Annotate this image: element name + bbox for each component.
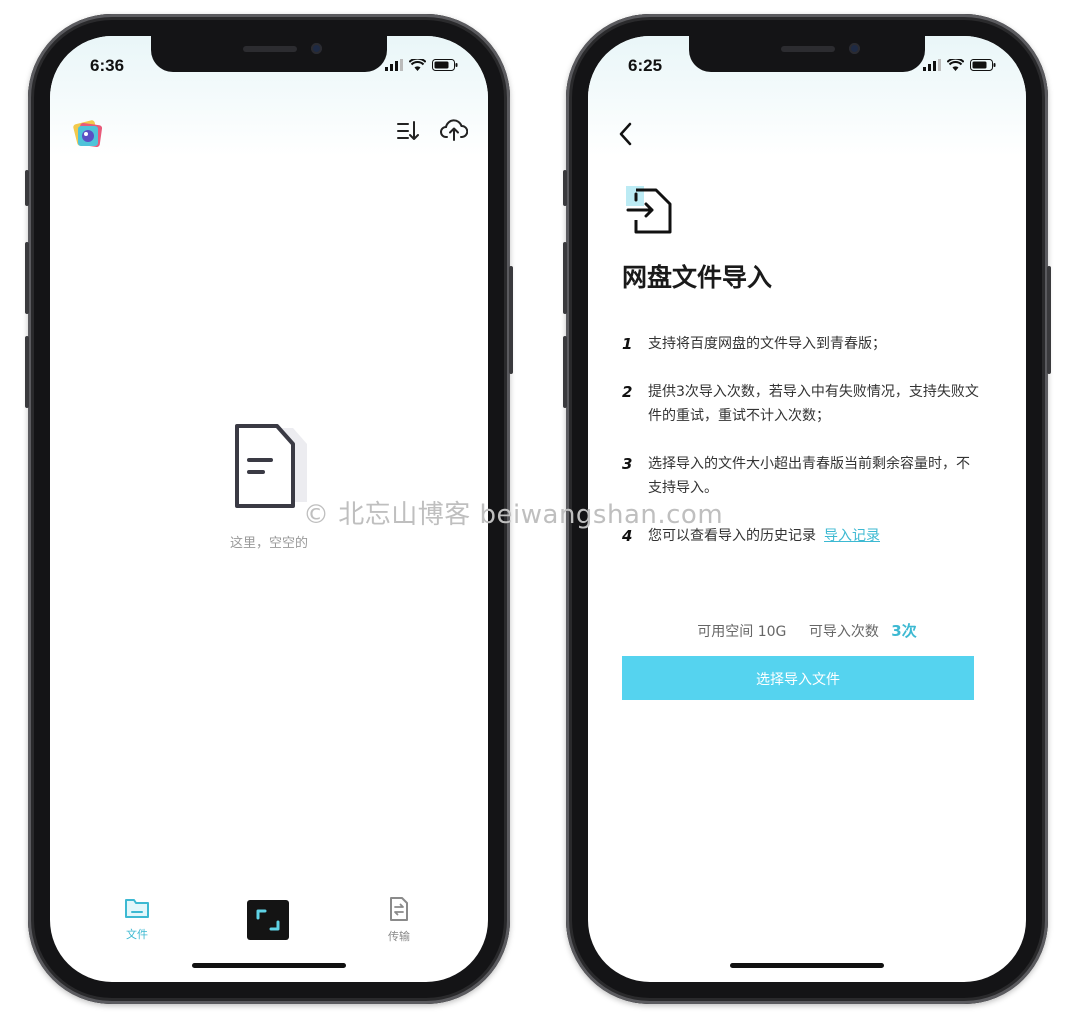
empty-state-text: 这里，空空的 [229,536,308,551]
step-2: 2 提供3次导入次数，若导入中有失败情况，支持失败文件的重试，重试不计入次数； [622,380,982,428]
cloud-upload-icon[interactable] [440,118,468,142]
scan-button[interactable] [247,900,289,940]
tab-files[interactable]: 文件 [107,896,167,942]
import-count-label: 可导入次数 [808,624,879,640]
folder-icon [125,899,149,918]
import-count-value: 3次 [891,622,917,640]
transfer-icon [390,897,408,921]
select-import-file-button[interactable]: 选择导入文件 [622,656,974,700]
status-icons [385,58,458,72]
import-history-link[interactable]: 导入记录 [824,528,880,544]
tab-transfer[interactable]: 传输 [369,896,429,944]
volume-up-button [563,242,567,314]
home-indicator[interactable] [730,963,884,968]
battery-icon [432,59,458,71]
volume-down-button [25,336,29,408]
watermark: © 北忘山博客 beiwangshan.com [303,500,724,530]
status-icons [923,58,996,72]
wifi-icon [409,59,426,71]
available-space: 可用空间 10G [697,624,787,640]
tab-files-label: 文件 [126,928,148,941]
step-text: 支持将百度网盘的文件导入到青春版； [648,336,886,352]
back-chevron-icon[interactable] [616,120,636,148]
volume-up-button [25,242,29,314]
power-button [1047,266,1051,374]
sort-icon[interactable] [396,120,420,142]
battery-icon [970,59,996,71]
mute-switch [25,170,29,206]
cellular-signal-icon [385,59,403,71]
camera [849,43,860,54]
speaker [243,46,297,52]
step-number: 3 [622,452,640,476]
wifi-icon [947,59,964,71]
speaker [781,46,835,52]
tab-transfer-label: 传输 [388,930,410,943]
step-number: 2 [622,380,640,404]
home-indicator[interactable] [192,963,346,968]
notch [689,36,925,72]
quota-info: 可用空间 10G 可导入次数 3次 [588,620,1026,641]
step-text: 选择导入的文件大小超出青春版当前剩余容量时，不支持导入。 [648,456,970,496]
step-number: 1 [622,332,640,356]
empty-document-icon [235,424,307,508]
page-title: 网盘文件导入 [622,263,773,292]
status-time: 6:36 [90,56,125,75]
step-text: 提供3次导入次数，若导入中有失败情况，支持失败文件的重试，重试不计入次数； [648,384,979,424]
notch [151,36,387,72]
file-import-icon [626,186,672,234]
scan-icon [256,909,280,931]
step-1: 1 支持将百度网盘的文件导入到青春版； [622,332,982,356]
volume-down-button [563,336,567,408]
mute-switch [563,170,567,206]
step-3: 3 选择导入的文件大小超出青春版当前剩余容量时，不支持导入。 [622,452,982,500]
status-time: 6:25 [628,56,663,75]
cellular-signal-icon [923,59,941,71]
power-button [509,266,513,374]
app-logo-icon[interactable] [70,116,106,152]
camera [311,43,322,54]
